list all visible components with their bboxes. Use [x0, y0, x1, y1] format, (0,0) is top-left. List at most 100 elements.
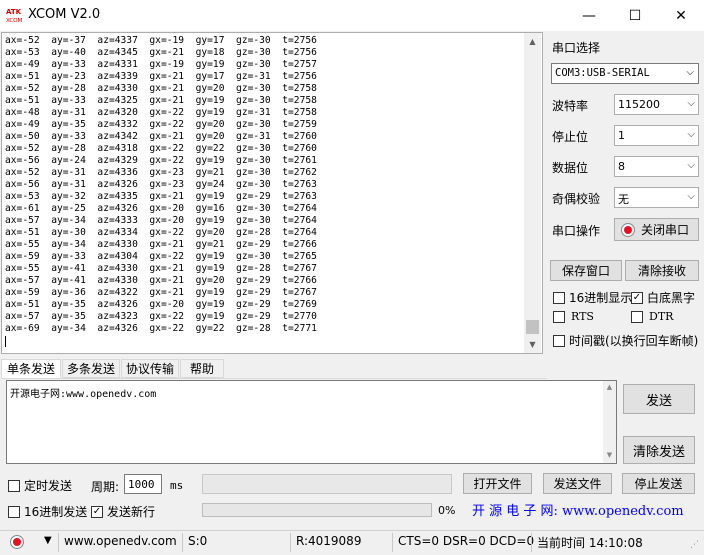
rts-option[interactable]: RTS	[553, 310, 594, 323]
status-time: 当前时间 14:10:08	[537, 536, 643, 550]
close-button[interactable]: ✕	[658, 0, 704, 31]
scroll-down-icon[interactable]: ▼	[603, 451, 616, 459]
dropdown-arrow-icon[interactable]: ▼	[44, 535, 52, 546]
send-newline-option[interactable]: ✓ 发送新行	[91, 503, 155, 520]
resize-grip-icon[interactable]: ⋰	[690, 540, 699, 550]
tab-help[interactable]: 帮助	[180, 359, 224, 378]
receive-line: ax=-59 ay=-33 az=4304 gx=-22 gy=19 gz=-3…	[5, 251, 317, 262]
dtr-checkbox[interactable]	[631, 310, 643, 323]
timed-send-option[interactable]: 定时发送	[8, 477, 72, 494]
chevron-down-icon: ⌵	[687, 191, 695, 202]
receive-line: ax=-61 ay=-25 az=4326 gx=-20 gy=16 gz=-3…	[5, 203, 317, 214]
timestamp-label: 时间戳(以换行回车断帧)	[569, 334, 699, 348]
scroll-up-icon[interactable]: ▲	[603, 383, 616, 391]
timestamp-option[interactable]: 时间戳(以换行回车断帧)	[553, 332, 698, 349]
send-button[interactable]: 发送	[623, 384, 695, 414]
stop-bits-value: 1	[618, 129, 625, 142]
maximize-button[interactable]: ☐	[612, 0, 658, 31]
period-input[interactable]: 1000	[124, 474, 162, 494]
stop-bits-select[interactable]: 1 ⌵	[614, 125, 699, 146]
baud-select[interactable]: 115200 ⌵	[614, 94, 699, 115]
send-newline-label: 发送新行	[107, 505, 156, 519]
close-port-button[interactable]: 关闭串口	[614, 218, 699, 241]
receive-area[interactable]: ax=-52 ay=-37 az=4337 gx=-19 gy=17 gz=-3…	[1, 32, 543, 354]
receive-line: ax=-49 ay=-35 az=4332 gx=-22 gy=20 gz=-3…	[5, 119, 317, 130]
svg-text:ATK: ATK	[6, 8, 22, 16]
parity-label: 奇偶校验	[552, 192, 601, 206]
receive-line: ax=-56 ay=-31 az=4326 gx=-23 gy=24 gz=-3…	[5, 179, 317, 190]
period-label: 周期:	[91, 480, 120, 494]
receive-line: ax=-56 ay=-24 az=4329 gx=-22 gy=19 gz=-3…	[5, 155, 317, 166]
file-path-field[interactable]	[202, 474, 452, 494]
record-icon	[621, 222, 635, 237]
hex-display-label: 16进制显示	[569, 291, 633, 305]
status-website[interactable]: www.openedv.com	[64, 534, 177, 548]
close-port-label: 关闭串口	[641, 223, 690, 237]
white-bg-label: 白底黑字	[647, 291, 696, 305]
settings-icon[interactable]	[10, 535, 24, 549]
scroll-thumb[interactable]	[526, 320, 539, 334]
save-window-button[interactable]: 保存窗口	[550, 260, 622, 281]
timed-send-checkbox[interactable]	[8, 479, 20, 492]
parity-select[interactable]: 无 ⌵	[614, 187, 699, 208]
receive-line: ax=-51 ay=-35 az=4326 gx=-20 gy=19 gz=-2…	[5, 299, 317, 310]
text-caret	[5, 336, 6, 347]
send-scrollbar[interactable]: ▲ ▼	[603, 381, 616, 463]
scroll-down-icon[interactable]: ▼	[524, 336, 541, 353]
baud-value: 115200	[618, 98, 660, 111]
parity-value: 无	[618, 193, 629, 206]
receive-line: ax=-59 ay=-36 az=4322 gx=-21 gy=19 gz=-2…	[5, 287, 317, 298]
close-icon: ✕	[675, 7, 687, 24]
chevron-down-icon: ⌵	[686, 67, 694, 78]
status-line-states: CTS=0 DSR=0 DCD=0	[398, 534, 535, 548]
send-input[interactable]: 开源电子网:www.openedv.com	[6, 380, 617, 464]
receive-line: ax=-48 ay=-31 az=4320 gx=-22 gy=19 gz=-3…	[5, 107, 317, 118]
tab-protocol[interactable]: 协议传输	[121, 359, 179, 378]
send-file-button[interactable]: 发送文件	[543, 473, 612, 494]
minimize-icon: —	[582, 7, 596, 24]
tab-multi-send[interactable]: 多条发送	[62, 359, 120, 378]
send-input-text: 开源电子网:www.openedv.com	[10, 389, 157, 400]
send-newline-checkbox[interactable]: ✓	[91, 505, 103, 518]
stop-bits-label: 停止位	[552, 130, 589, 144]
tab-single-send[interactable]: 单条发送	[1, 359, 61, 378]
receive-line: ax=-49 ay=-33 az=4331 gx=-19 gy=19 gz=-3…	[5, 59, 317, 70]
receive-line: ax=-52 ay=-28 az=4318 gx=-22 gy=22 gz=-3…	[5, 143, 317, 154]
maximize-icon: ☐	[628, 7, 642, 24]
clear-receive-button[interactable]: 清除接收	[625, 260, 699, 281]
receive-line: ax=-52 ay=-37 az=4337 gx=-19 gy=17 gz=-3…	[5, 35, 317, 46]
clear-send-button[interactable]: 清除发送	[623, 436, 695, 464]
receive-line: ax=-51 ay=-23 az=4339 gx=-21 gy=17 gz=-3…	[5, 71, 317, 82]
receive-scrollbar[interactable]: ▲ ▼	[524, 33, 541, 353]
receive-line: ax=-53 ay=-40 az=4345 gx=-21 gy=18 gz=-3…	[5, 47, 317, 58]
hex-display-option[interactable]: 16进制显示	[553, 289, 632, 306]
stop-send-button[interactable]: 停止发送	[622, 473, 695, 494]
dtr-option[interactable]: DTR	[631, 310, 673, 323]
data-bits-select[interactable]: 8 ⌵	[614, 156, 699, 177]
port-select[interactable]: COM3:USB-SERIAL ⌵	[551, 63, 699, 84]
white-bg-option[interactable]: ✓ 白底黑字	[631, 289, 695, 306]
status-separator	[182, 533, 183, 552]
svg-text:XCOM: XCOM	[6, 18, 22, 23]
hex-send-option[interactable]: 16进制发送	[8, 503, 87, 520]
rts-checkbox[interactable]	[553, 310, 565, 323]
receive-line: ax=-51 ay=-33 az=4325 gx=-21 gy=19 gz=-3…	[5, 95, 317, 106]
open-file-button[interactable]: 打开文件	[463, 473, 532, 494]
data-bits-label: 数据位	[552, 161, 589, 175]
receive-line: ax=-50 ay=-33 az=4342 gx=-21 gy=20 gz=-3…	[5, 131, 317, 142]
minimize-button[interactable]: —	[566, 0, 612, 31]
hex-display-checkbox[interactable]	[553, 291, 565, 304]
receive-line: ax=-51 ay=-30 az=4334 gx=-22 gy=20 gz=-2…	[5, 227, 317, 238]
white-bg-checkbox[interactable]: ✓	[631, 291, 643, 304]
receive-line: ax=-53 ay=-32 az=4335 gx=-21 gy=19 gz=-2…	[5, 191, 317, 202]
scroll-up-icon[interactable]: ▲	[524, 33, 541, 50]
data-bits-value: 8	[618, 160, 625, 173]
website-ad-link[interactable]: 开 源 电 子 网: www.openedv.com	[472, 500, 684, 519]
hex-send-checkbox[interactable]	[8, 505, 20, 518]
status-separator	[531, 533, 532, 552]
status-separator	[290, 533, 291, 552]
timestamp-checkbox[interactable]	[553, 334, 565, 347]
hex-send-label: 16进制发送	[24, 505, 88, 519]
receive-line: ax=-55 ay=-34 az=4330 gx=-21 gy=21 gz=-2…	[5, 239, 317, 250]
period-unit: ms	[170, 479, 184, 492]
